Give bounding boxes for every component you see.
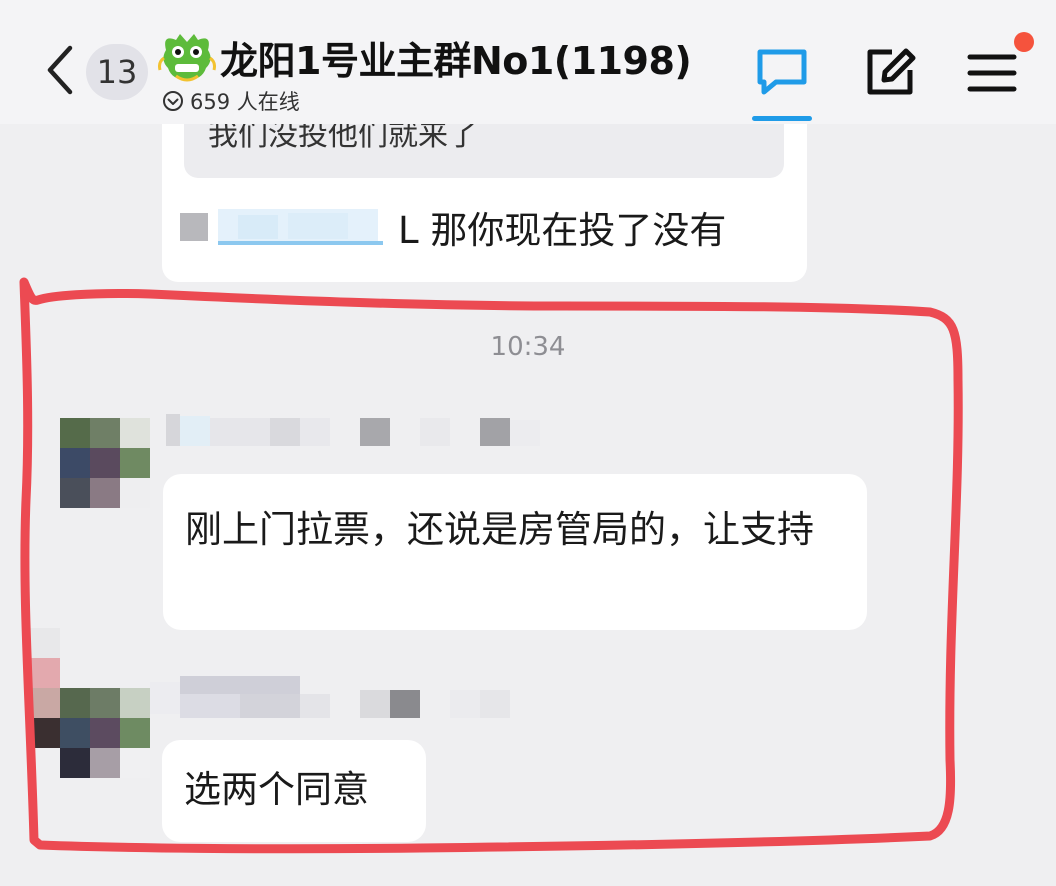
notification-dot: [1014, 32, 1034, 52]
edit-button[interactable]: [862, 44, 918, 100]
back-button[interactable]: [40, 42, 80, 98]
message-text: 选两个同意: [184, 768, 369, 811]
sender-avatar[interactable]: [60, 418, 150, 510]
active-tab-indicator: [752, 116, 812, 121]
menu-button[interactable]: [966, 52, 1020, 94]
chat-tab-button[interactable]: [752, 44, 812, 100]
message-text: 刚上门拉票，还说是房管局的，让支持: [185, 508, 814, 551]
mention-name-blur: [180, 209, 383, 245]
sender-name-blur: [166, 414, 540, 446]
online-status: 659 人在线: [162, 88, 300, 114]
group-avatar[interactable]: [158, 30, 216, 84]
online-status-icon: [163, 91, 183, 111]
chat-bubble-icon: [757, 49, 807, 95]
dragon-emoji-icon: [158, 34, 216, 82]
group-name-title[interactable]: 龙阳1号业主群No1(1198): [220, 30, 692, 85]
message-timestamp: 10:34: [490, 332, 566, 362]
sender-avatar[interactable]: [30, 628, 150, 778]
online-count-text: 659 人在线: [190, 90, 300, 114]
edit-icon: [867, 48, 916, 95]
message-bubble[interactable]: 刚上门拉票，还说是房管局的，让支持: [163, 474, 867, 630]
reply-message-text: L 那你现在投了没有: [398, 209, 727, 252]
menu-icon: [967, 54, 1017, 92]
sender-name-blur: [150, 676, 510, 718]
message-bubble[interactable]: 选两个同意: [162, 740, 426, 842]
unread-count-badge[interactable]: 13: [86, 44, 148, 100]
chevron-left-icon: [47, 45, 73, 95]
